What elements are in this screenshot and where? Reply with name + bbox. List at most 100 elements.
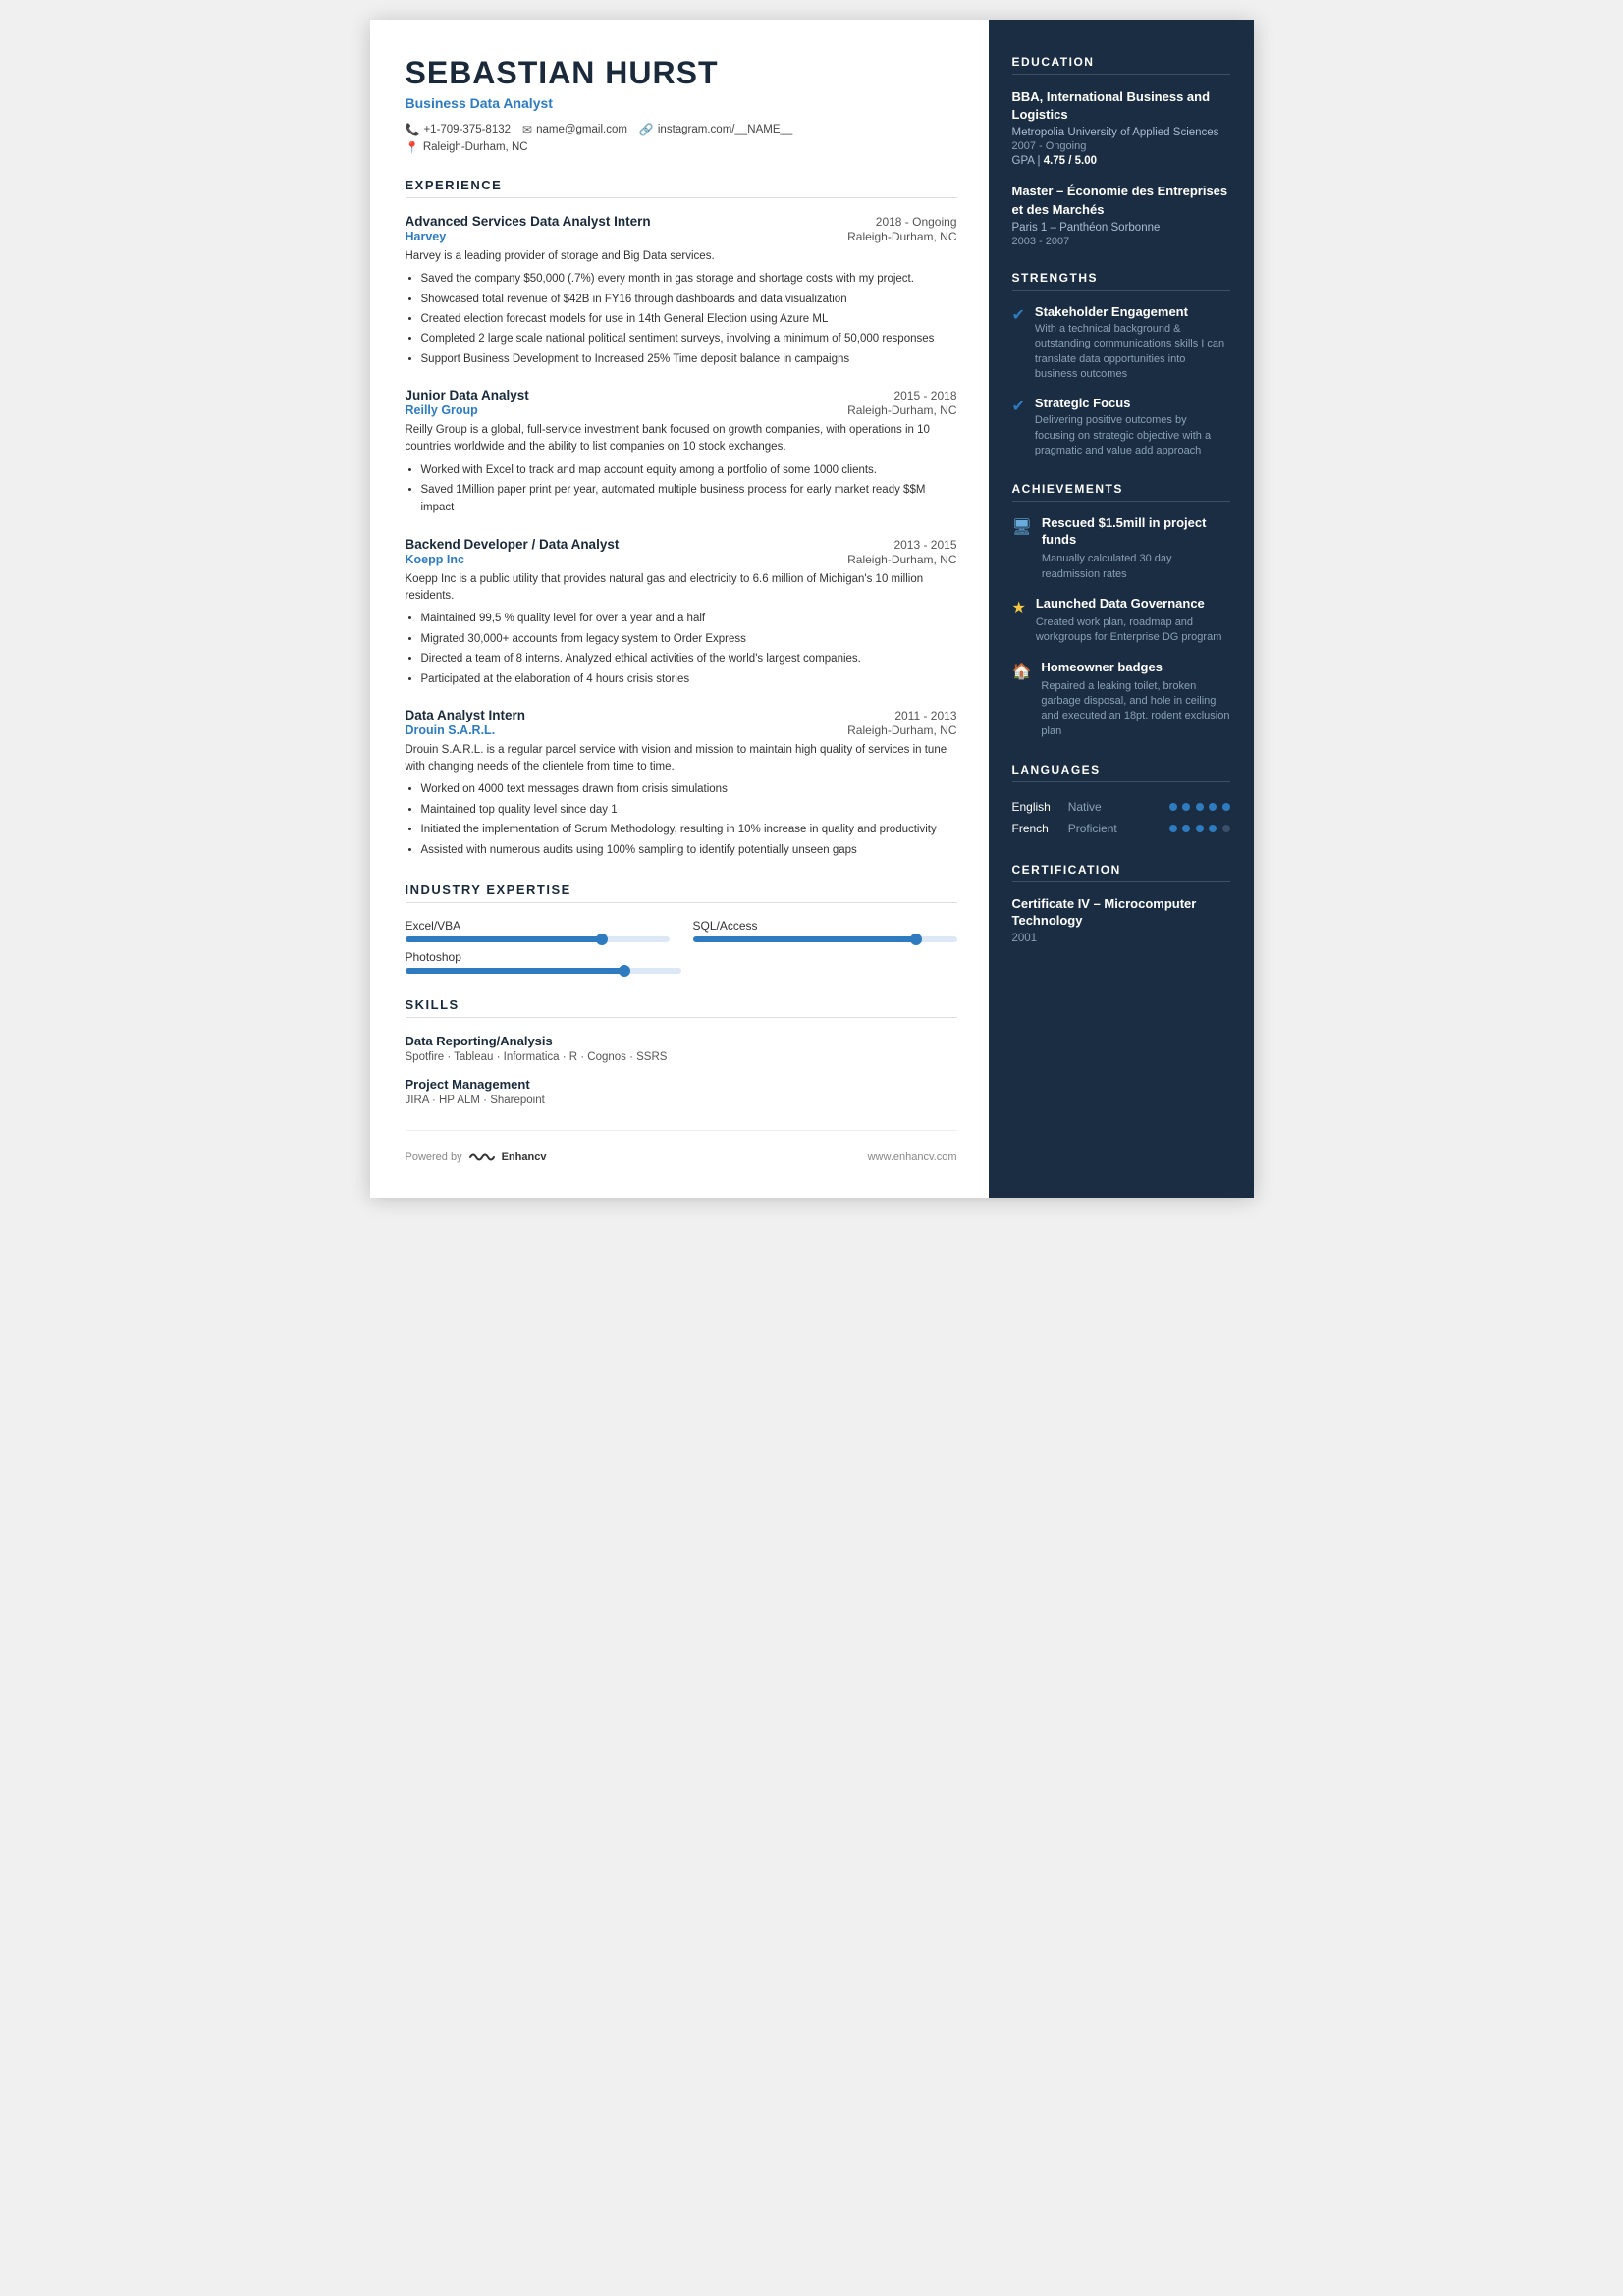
resume-container: SEBASTIAN HURST Business Data Analyst 📞 … [370,20,1254,1198]
instagram-item: 🔗 instagram.com/__NAME__ [639,123,792,136]
email-icon: ✉ [522,123,532,136]
footer-powered-label: Powered by [406,1151,462,1163]
languages-section: LANGUAGES English Native French Profici [1012,763,1230,839]
skill-items-0: Spotfire · Tableau · Informatica · R · C… [406,1051,957,1063]
exp-location-2: Raleigh-Durham, NC [847,553,956,566]
candidate-name: SEBASTIAN HURST [406,55,957,91]
strength-desc-1: Delivering positive outcomes by focusing… [1035,413,1230,458]
bullet-item: Migrated 30,000+ accounts from legacy sy… [421,630,957,648]
footer-powered: Powered by Enhancv [406,1150,547,1164]
bullet-item: Worked with Excel to track and map accou… [421,461,957,479]
bullet-item: Assisted with numerous audits using 100%… [421,841,957,859]
exp-sub-1: Reilly Group Raleigh-Durham, NC [406,403,957,417]
exp-location-3: Raleigh-Durham, NC [847,723,956,737]
strength-check-icon-1: ✔ [1012,397,1025,416]
footer-url: www.enhancv.com [868,1151,957,1163]
certification-title: CERTIFICATION [1012,863,1230,882]
skills-title: SKILLS [406,997,957,1018]
dot-0-1 [1169,803,1177,811]
exp-company-2: Koepp Inc [406,553,464,566]
achievement-title-0: Rescued $1.5mill in project funds [1042,515,1230,549]
instagram-value: instagram.com/__NAME__ [658,124,792,135]
expertise-bar-2 [406,968,681,974]
bullet-item: Created election forecast models for use… [421,310,957,328]
exp-header-2: Backend Developer / Data Analyst 2013 - … [406,537,957,552]
dot-1-5 [1222,825,1230,832]
edu-degree-0: BBA, International Business and Logistic… [1012,88,1230,124]
expertise-item-0: Excel/VBA [406,919,670,942]
achievement-entry-1: ★ Launched Data Governance Created work … [1012,596,1230,646]
achievement-content-0: Rescued $1.5mill in project funds Manual… [1042,515,1230,582]
achievement-desc-0: Manually calculated 30 day readmission r… [1042,552,1230,582]
edu-dates-0: 2007 - Ongoing [1012,140,1230,152]
exp-bullets-3: Worked on 4000 text messages drawn from … [406,780,957,859]
exp-bullets-0: Saved the company $50,000 (.7%) every mo… [406,270,957,368]
phone-icon: 📞 [406,123,420,136]
phone-item: 📞 +1-709-375-8132 [406,123,512,136]
exp-sub-2: Koepp Inc Raleigh-Durham, NC [406,553,957,566]
skill-entry-0: Data Reporting/Analysis Spotfire · Table… [406,1034,957,1063]
achievement-title-2: Homeowner badges [1041,660,1229,676]
lang-dots-0 [1139,796,1229,818]
exp-title-0: Advanced Services Data Analyst Intern [406,214,651,229]
exp-title-1: Junior Data Analyst [406,388,529,402]
exp-company-0: Harvey [406,230,447,243]
edu-dates-1: 2003 - 2007 [1012,236,1230,247]
skill-name-0: Data Reporting/Analysis [406,1034,957,1048]
bullet-item: Maintained 99,5 % quality level for over… [421,610,957,627]
skills-section: SKILLS Data Reporting/Analysis Spotfire … [406,997,957,1106]
expertise-fill-0 [406,936,604,942]
exp-dates-3: 2011 - 2013 [894,709,956,722]
strength-desc-0: With a technical background & outstandin… [1035,322,1230,383]
expertise-bar-0 [406,936,670,942]
expertise-label-1: SQL/Access [693,919,957,933]
lang-dots-1 [1139,818,1229,839]
cert-name: Certificate IV – Microcomputer Technolog… [1012,896,1230,930]
achievement-icon-1: ★ [1012,598,1026,617]
achievement-icon-0: 🖥 [1012,517,1032,537]
certification-section: CERTIFICATION Certificate IV – Microcomp… [1012,863,1230,944]
achievements-section: ACHIEVEMENTS 🖥 Rescued $1.5mill in proje… [1012,482,1230,739]
strength-content-0: Stakeholder Engagement With a technical … [1035,304,1230,383]
exp-dates-0: 2018 - Ongoing [876,215,957,229]
contact-row: 📞 +1-709-375-8132 ✉ name@gmail.com 🔗 ins… [406,123,957,136]
achievement-content-1: Launched Data Governance Created work pl… [1036,596,1230,646]
expertise-label-2: Photoshop [406,950,957,964]
education-section: EDUCATION BBA, International Business an… [1012,55,1230,247]
bullet-item: Saved the company $50,000 (.7%) every mo… [421,270,957,288]
expertise-grid: Excel/VBA SQL/Access [406,919,957,942]
bullet-item: Showcased total revenue of $42B in FY16 … [421,291,957,308]
right-column: EDUCATION BBA, International Business an… [989,20,1254,1198]
bullet-item: Completed 2 large scale national politic… [421,330,957,347]
lang-table: English Native French Proficient [1012,796,1230,839]
lang-level-0: Native [1068,796,1140,818]
strengths-section: STRENGTHS ✔ Stakeholder Engagement With … [1012,271,1230,459]
strength-check-icon-0: ✔ [1012,305,1025,325]
experience-title: EXPERIENCE [406,178,957,198]
bullet-item: Saved 1Million paper print per year, aut… [421,481,957,517]
expertise-bar-1 [693,936,957,942]
enhancv-logo-icon [468,1150,496,1164]
lang-name-1: French [1012,818,1068,839]
candidate-title: Business Data Analyst [406,95,957,111]
achievement-entry-0: 🖥 Rescued $1.5mill in project funds Manu… [1012,515,1230,582]
footer: Powered by Enhancv www.enhancv.com [406,1130,957,1164]
achievement-desc-2: Repaired a leaking toilet, broken garbag… [1041,679,1229,740]
exp-location-0: Raleigh-Durham, NC [847,230,956,243]
skill-entry-1: Project Management JIRA · HP ALM · Share… [406,1077,957,1106]
bullet-item: Participated at the elaboration of 4 hou… [421,670,957,688]
location-value: Raleigh-Durham, NC [423,141,528,153]
strength-content-1: Strategic Focus Delivering positive outc… [1035,396,1230,458]
footer-brand: Enhancv [502,1151,547,1163]
dot-1-2 [1182,825,1190,832]
skill-name-1: Project Management [406,1077,957,1092]
exp-desc-3: Drouin S.A.R.L. is a regular parcel serv… [406,742,957,776]
exp-title-2: Backend Developer / Data Analyst [406,537,620,552]
exp-desc-2: Koepp Inc is a public utility that provi… [406,571,957,606]
location-row: 📍 Raleigh-Durham, NC [406,140,957,154]
dot-0-5 [1222,803,1230,811]
exp-entry-1: Junior Data Analyst 2015 - 2018 Reilly G… [406,388,957,517]
expertise-fill-1 [693,936,918,942]
exp-sub-3: Drouin S.A.R.L. Raleigh-Durham, NC [406,723,957,737]
languages-title: LANGUAGES [1012,763,1230,782]
